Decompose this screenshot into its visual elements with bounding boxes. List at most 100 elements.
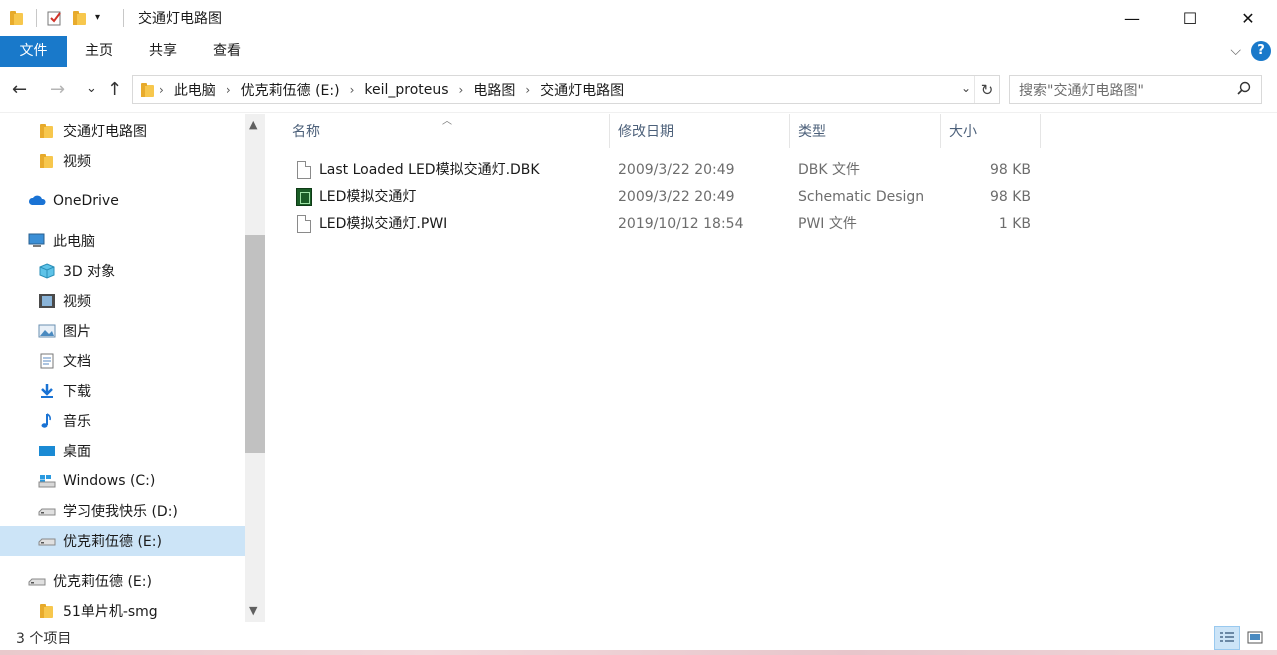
maximize-button[interactable]: ☐ bbox=[1161, 0, 1219, 36]
folder-icon bbox=[38, 603, 56, 619]
sidebar-item-onedrive[interactable]: OneDrive bbox=[28, 186, 119, 216]
sidebar-item-music[interactable]: 音乐 bbox=[38, 406, 91, 436]
new-folder-icon[interactable] bbox=[71, 10, 87, 26]
sidebar-item-documents[interactable]: 文档 bbox=[38, 346, 91, 376]
file-type: Schematic Design bbox=[798, 189, 925, 205]
breadcrumb-separator[interactable]: › bbox=[521, 83, 534, 97]
column-header-type[interactable]: 类型 bbox=[790, 114, 941, 148]
item-count: 3 个项目 bbox=[16, 631, 72, 647]
windows-drive-icon bbox=[38, 473, 56, 489]
search-input[interactable]: 搜索"交通灯电路图" bbox=[1009, 75, 1262, 104]
computer-icon bbox=[28, 233, 46, 249]
window-title: 交通灯电路图 bbox=[138, 11, 222, 27]
file-size: 1 KB bbox=[998, 216, 1031, 232]
breadcrumb-this-pc[interactable]: 此电脑 bbox=[168, 80, 222, 100]
sidebar-item-videos[interactable]: 视频 bbox=[38, 286, 91, 316]
generic-file-icon bbox=[297, 161, 311, 179]
close-button[interactable]: ✕ bbox=[1219, 0, 1277, 36]
back-arrow-icon[interactable]: ← bbox=[12, 79, 27, 100]
column-header-name[interactable]: 名称 bbox=[284, 114, 610, 148]
large-icons-view-icon bbox=[1247, 631, 1263, 644]
document-icon bbox=[38, 353, 56, 369]
table-row[interactable]: LED模拟交通灯 2009/3/22 20:49 Schematic Desig… bbox=[270, 184, 1040, 211]
up-arrow-icon[interactable]: ↑ bbox=[107, 79, 122, 100]
sidebar-item-drive-e[interactable]: 优克莉伍德 (E:) bbox=[28, 566, 152, 596]
details-view-button[interactable] bbox=[1214, 626, 1240, 650]
expand-ribbon-icon[interactable]: ⌵ bbox=[1230, 43, 1241, 59]
generic-file-icon bbox=[297, 215, 311, 233]
tab-file[interactable]: 文件 bbox=[0, 36, 67, 67]
drive-icon bbox=[38, 503, 56, 519]
breadcrumb-separator[interactable]: › bbox=[455, 83, 468, 97]
breadcrumb-traffic-light[interactable]: 交通灯电路图 bbox=[534, 80, 630, 100]
breadcrumb-separator[interactable]: › bbox=[346, 83, 359, 97]
sidebar-item-pictures[interactable]: 图片 bbox=[38, 316, 91, 346]
chevron-down-icon[interactable]: ▾ bbox=[95, 10, 111, 26]
breadcrumb-circuit-diagrams[interactable]: 电路图 bbox=[467, 80, 521, 100]
sidebar-item-label: 优克莉伍德 (E:) bbox=[53, 574, 152, 590]
navigation-pane: 交通灯电路图 视频 OneDrive 此电脑 3D 对象 视频 图片 文档 下载… bbox=[0, 114, 265, 622]
video-icon bbox=[38, 293, 56, 309]
sidebar-item-label: 此电脑 bbox=[53, 234, 95, 250]
details-view-icon bbox=[1220, 632, 1234, 642]
breadcrumb-keil-proteus[interactable]: keil_proteus bbox=[358, 82, 454, 98]
refresh-icon[interactable]: ↻ bbox=[974, 76, 999, 103]
file-name: Last Loaded LED模拟交通灯.DBK bbox=[319, 162, 540, 178]
scrollbar-thumb[interactable] bbox=[245, 235, 265, 453]
column-header-size[interactable]: 大小 bbox=[941, 114, 1041, 148]
recent-locations-chevron-icon[interactable]: ⌄ bbox=[86, 81, 97, 96]
tab-view[interactable]: 查看 bbox=[195, 36, 259, 67]
sidebar-item-3d-objects[interactable]: 3D 对象 bbox=[38, 256, 115, 286]
scroll-up-icon[interactable]: ▲ bbox=[249, 118, 257, 131]
large-icons-view-button[interactable] bbox=[1242, 626, 1268, 650]
sidebar-item-label: 音乐 bbox=[63, 414, 91, 430]
breadcrumb-separator[interactable]: › bbox=[222, 83, 235, 97]
cube-icon bbox=[38, 263, 56, 279]
address-dropdown-icon[interactable]: ⌄ bbox=[961, 81, 971, 95]
file-date: 2019/10/12 18:54 bbox=[618, 216, 744, 232]
file-size: 98 KB bbox=[989, 162, 1031, 178]
divider bbox=[36, 9, 37, 27]
help-icon[interactable]: ? bbox=[1251, 41, 1271, 61]
tab-share[interactable]: 共享 bbox=[131, 36, 195, 67]
breadcrumb-separator[interactable]: › bbox=[155, 83, 168, 97]
properties-check-icon[interactable] bbox=[47, 10, 63, 26]
sidebar-item-label: 视频 bbox=[63, 294, 91, 310]
table-row[interactable]: Last Loaded LED模拟交通灯.DBK 2009/3/22 20:49… bbox=[270, 157, 1040, 184]
scroll-down-icon[interactable]: ▼ bbox=[249, 604, 257, 617]
address-bar[interactable]: › 此电脑 › 优克莉伍德 (E:) › keil_proteus › 电路图 … bbox=[132, 75, 1000, 104]
breadcrumb-drive-e[interactable]: 优克莉伍德 (E:) bbox=[235, 80, 346, 100]
sidebar-item-label: 图片 bbox=[63, 324, 91, 340]
forward-arrow-icon[interactable]: → bbox=[50, 79, 65, 100]
ribbon-tabs: 文件 主页 共享 查看 ⌵ ? bbox=[0, 36, 1277, 67]
sidebar-item-drive-e-selected[interactable]: 优克莉伍德 (E:) bbox=[0, 526, 245, 556]
column-header-date[interactable]: 修改日期 bbox=[610, 114, 790, 148]
sidebar-item-drive-d[interactable]: 学习使我快乐 (D:) bbox=[38, 496, 178, 526]
sidebar-item-label: OneDrive bbox=[53, 193, 119, 209]
sidebar-item-traffic-light-folder[interactable]: 交通灯电路图 bbox=[38, 116, 147, 146]
file-date: 2009/3/22 20:49 bbox=[618, 162, 735, 178]
sidebar-item-videos-folder[interactable]: 视频 bbox=[38, 146, 91, 176]
folder-icon bbox=[38, 123, 56, 139]
file-list: ︿ 名称 修改日期 类型 大小 Last Loaded LED模拟交通灯.DBK… bbox=[270, 114, 1277, 622]
quick-access-toolbar: ▾ bbox=[0, 0, 134, 36]
sidebar-item-this-pc[interactable]: 此电脑 bbox=[28, 226, 95, 256]
sidebar-item-drive-c[interactable]: Windows (C:) bbox=[38, 466, 155, 496]
sidebar-item-desktop[interactable]: 桌面 bbox=[38, 436, 91, 466]
picture-icon bbox=[38, 323, 56, 339]
cloud-icon bbox=[28, 193, 46, 209]
sidebar-item-downloads[interactable]: 下载 bbox=[38, 376, 91, 406]
file-date: 2009/3/22 20:49 bbox=[618, 189, 735, 205]
sidebar-item-label: 优克莉伍德 (E:) bbox=[63, 534, 162, 550]
table-row[interactable]: LED模拟交通灯.PWI 2019/10/12 18:54 PWI 文件 1 K… bbox=[270, 211, 1040, 238]
tab-home[interactable]: 主页 bbox=[67, 36, 131, 67]
music-icon bbox=[38, 413, 56, 429]
sidebar-item-label: 下载 bbox=[63, 384, 91, 400]
sidebar-item-label: 3D 对象 bbox=[63, 264, 116, 280]
folder-icon bbox=[8, 10, 24, 26]
download-icon bbox=[38, 383, 56, 399]
navigation-scrollbar[interactable]: ▲ ▼ bbox=[245, 114, 265, 622]
desktop-edge bbox=[0, 650, 1277, 655]
desktop-icon bbox=[38, 443, 56, 459]
minimize-button[interactable]: — bbox=[1103, 0, 1161, 36]
